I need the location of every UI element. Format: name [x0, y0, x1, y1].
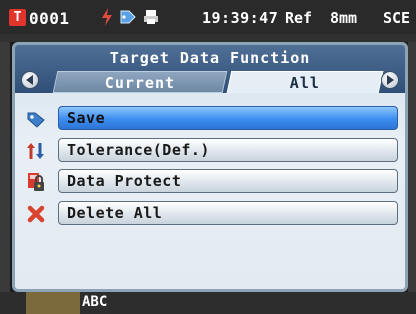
printer-icon — [143, 9, 159, 29]
tolerance-def-button[interactable]: Tolerance(Def.) — [58, 138, 398, 162]
menu-item-data-protect: Data Protect — [15, 169, 405, 195]
status-icons — [101, 8, 159, 30]
mode-indicator: SCE — [383, 9, 411, 27]
lightning-icon — [101, 8, 113, 30]
dialog-title: Target Data Function — [109, 49, 311, 67]
bottom-label: ABC — [82, 294, 108, 310]
aperture-indicator: 8mm — [330, 9, 358, 27]
data-protect-button[interactable]: Data Protect — [58, 169, 398, 193]
delete-x-icon — [25, 204, 47, 224]
background-right-edge — [408, 42, 416, 294]
menu-item-save: Save — [15, 106, 405, 132]
save-button[interactable]: Save — [58, 106, 398, 130]
tab-prev-arrow-icon[interactable] — [21, 71, 39, 89]
status-bar: T 0001 19:39:47 Ref 8mm SCE — [0, 0, 416, 34]
save-tag-icon — [25, 109, 47, 129]
menu-item-delete-all: Delete All — [15, 201, 405, 227]
background-row — [0, 34, 416, 42]
tab-current[interactable]: Current — [52, 71, 228, 93]
clock-time: 19:39:47 — [202, 9, 279, 27]
background-left-edge — [0, 42, 10, 294]
delete-all-button[interactable]: Delete All — [58, 201, 398, 225]
menu-item-tolerance: Tolerance(Def.) — [15, 138, 405, 164]
lock-icon — [25, 172, 47, 192]
tab-all[interactable]: All — [226, 71, 384, 93]
color-swatch — [26, 292, 80, 314]
target-code: 0001 — [29, 9, 70, 28]
tab-next-arrow-icon[interactable] — [381, 71, 399, 89]
dialog-header: Target Data Function Current All — [15, 45, 405, 93]
ref-indicator: Ref — [285, 9, 313, 27]
target-badge: T — [9, 9, 26, 26]
tab-current-label: Current — [104, 74, 175, 92]
tag-icon — [119, 9, 137, 29]
tab-all-label: All — [289, 74, 320, 92]
tolerance-icon — [25, 141, 47, 161]
target-data-function-dialog: Target Data Function Current All Save To… — [12, 42, 408, 292]
